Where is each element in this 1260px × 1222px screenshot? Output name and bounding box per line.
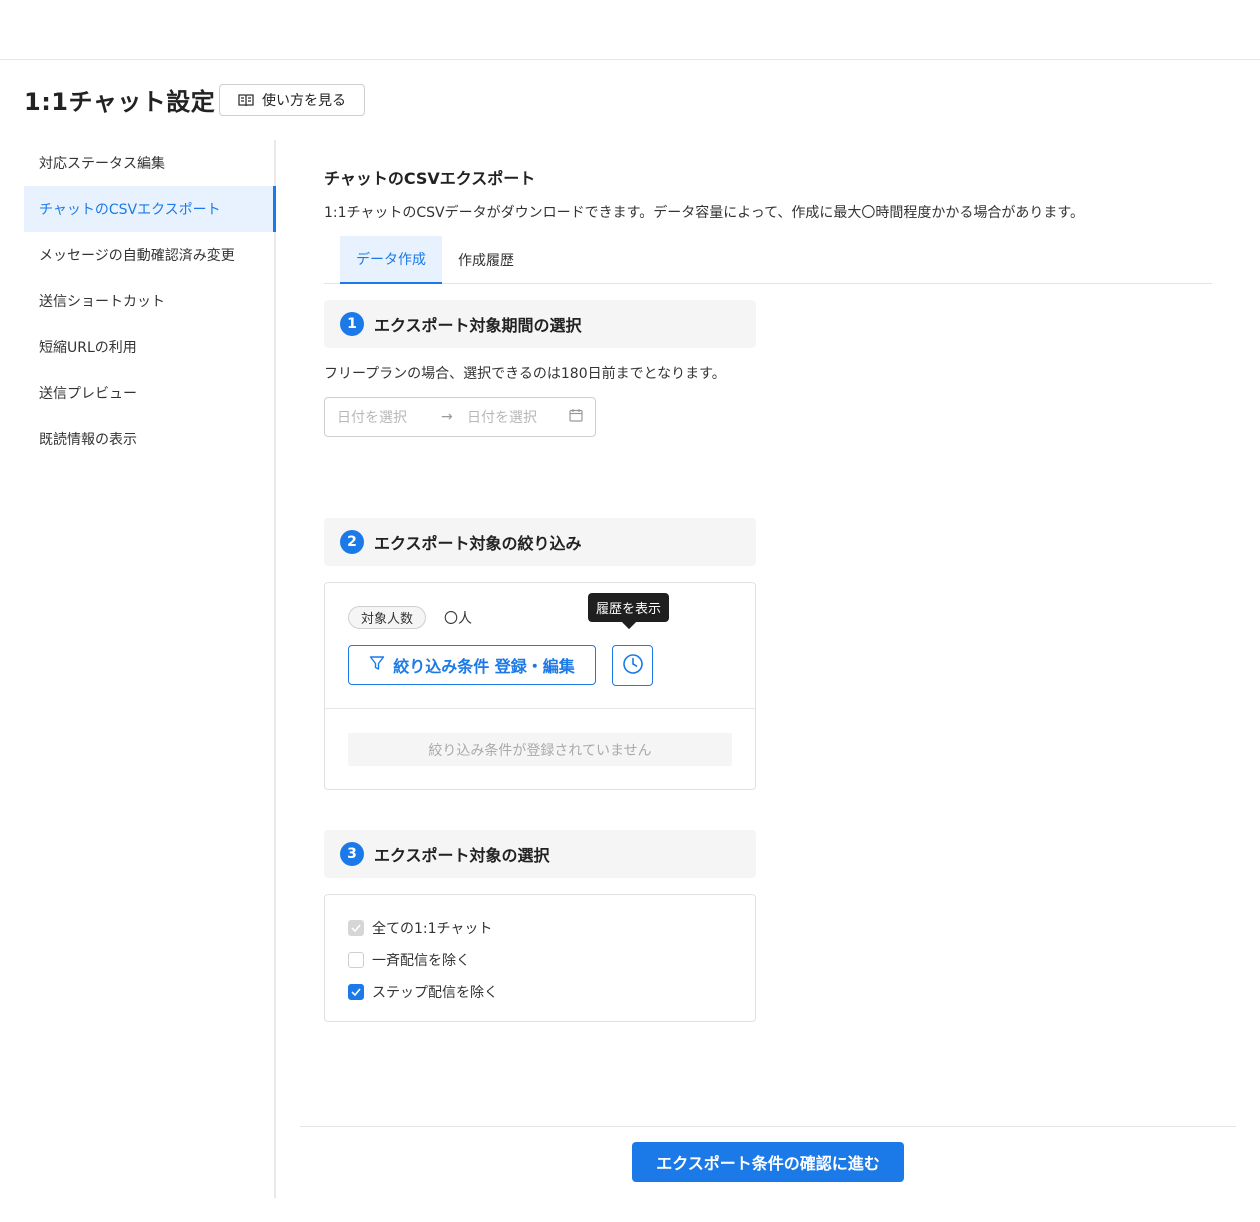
howto-label: 使い方を見る (262, 93, 346, 109)
footer-divider (300, 1126, 1236, 1127)
target-option-all[interactable]: 全ての1:1チャット (348, 918, 492, 938)
empty-filter-message: 絞り込み条件が登録されていません (348, 733, 732, 766)
filter-edit-label: 絞り込み条件 登録・編集 (393, 657, 575, 676)
tab-data-create[interactable]: データ作成 (340, 236, 442, 284)
sidebar-item-send-shortcut[interactable]: 送信ショートカット (24, 278, 274, 324)
date-range-picker[interactable]: 日付を選択 → 日付を選択 (324, 397, 596, 437)
option-label: 一斉配信を除く (372, 953, 470, 969)
end-date-input[interactable]: 日付を選択 (467, 407, 569, 427)
filter-icon (369, 655, 385, 675)
tab-history[interactable]: 作成履歴 (442, 236, 530, 284)
clock-icon (622, 653, 644, 679)
option-label: 全ての1:1チャット (372, 921, 493, 937)
divider (325, 708, 755, 709)
book-icon (238, 93, 254, 107)
section-title: エクスポート対象の絞り込み (374, 534, 582, 553)
plan-note: フリープランの場合、選択できるのは180日前までとなります。 (324, 366, 726, 382)
top-bar (0, 0, 1260, 60)
checkbox-checked-disabled (348, 920, 364, 936)
step-number: 3 (340, 842, 364, 866)
target-select-panel: 全ての1:1チャット 一斉配信を除く ステップ配信を除く (324, 894, 756, 1022)
history-tooltip: 履歴を表示 (588, 593, 670, 622)
target-count-value: 〇人 (444, 611, 472, 627)
section-target-header: 3 エクスポート対象の選択 (324, 830, 756, 878)
section-period-header: 1 エクスポート対象期間の選択 (324, 300, 756, 348)
filter-edit-button[interactable]: 絞り込み条件 登録・編集 (348, 645, 596, 685)
sidebar-item-status-edit[interactable]: 対応ステータス編集 (24, 140, 274, 186)
calendar-icon[interactable] (569, 408, 583, 426)
sidebar-item-short-url[interactable]: 短縮URLの利用 (24, 324, 274, 370)
target-count-badge: 対象人数 (348, 606, 427, 629)
step-number: 2 (340, 530, 364, 554)
howto-button[interactable]: 使い方を見る (219, 84, 365, 116)
arrow-right-icon: → (441, 409, 453, 425)
filter-panel: 対象人数 〇人 履歴を表示 絞り込み条件 登録・編集 絞り込み条件が登録されてい… (324, 582, 756, 790)
checkbox-unchecked[interactable] (348, 952, 364, 968)
checkbox-checked[interactable] (348, 984, 364, 1000)
option-label: ステップ配信を除く (372, 985, 498, 1001)
sidebar-item-csv-export[interactable]: チャットのCSVエクスポート (24, 186, 276, 232)
sidebar-item-auto-confirm[interactable]: メッセージの自動確認済み変更 (24, 232, 274, 278)
content-title: チャットのCSVエクスポート (324, 169, 536, 188)
proceed-to-confirm-button[interactable]: エクスポート条件の確認に進む (632, 1142, 904, 1182)
content-description: 1:1チャットのCSVデータがダウンロードできます。データ容量によって、作成に最… (324, 205, 1085, 221)
page-title: 1:1チャット設定 (24, 88, 216, 116)
target-option-exclude-step[interactable]: ステップ配信を除く (348, 982, 498, 1002)
section-filter-header: 2 エクスポート対象の絞り込み (324, 518, 756, 566)
sidebar-item-send-preview[interactable]: 送信プレビュー (24, 370, 274, 416)
section-title: エクスポート対象の選択 (374, 846, 550, 865)
sidebar-item-read-receipt[interactable]: 既読情報の表示 (24, 416, 274, 462)
settings-sidebar: 対応ステータス編集 チャットのCSVエクスポート メッセージの自動確認済み変更 … (24, 140, 276, 1198)
start-date-input[interactable]: 日付を選択 (337, 407, 441, 427)
history-button[interactable] (612, 645, 653, 686)
tab-bar: データ作成 作成履歴 (324, 236, 1212, 284)
target-option-exclude-broadcast[interactable]: 一斉配信を除く (348, 950, 470, 970)
section-title: エクスポート対象期間の選択 (374, 316, 582, 335)
step-number: 1 (340, 312, 364, 336)
